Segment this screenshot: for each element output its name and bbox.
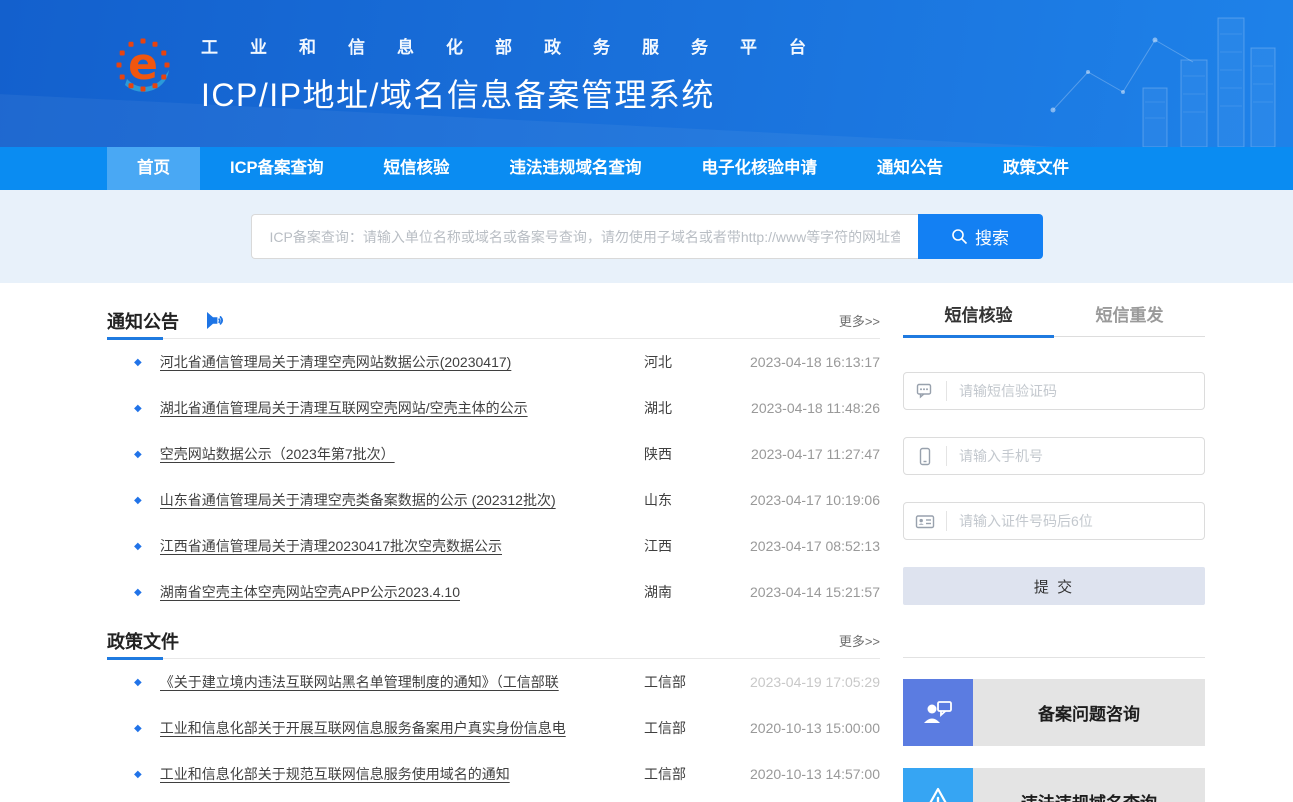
diamond-bullet-icon (134, 723, 142, 734)
notice-title-link[interactable]: 河北省通信管理局关于清理空壳网站数据公示(20230417) (160, 352, 644, 372)
notice-row[interactable]: 河北省通信管理局关于清理空壳网站数据公示(20230417) 河北 2023-0… (107, 339, 880, 385)
diamond-bullet-icon (134, 541, 142, 552)
notices-title-underline (107, 337, 163, 340)
site-header: e 工业和信息化部政务服务平台 ICP/IP地址/域名信息备案管理系统 (0, 0, 1293, 147)
notices-section-header: 通知公告 更多>> (107, 303, 880, 339)
phone-field-wrap (903, 437, 1205, 475)
search-strip: 搜索 (0, 190, 1293, 283)
sms-code-field-wrap (903, 372, 1205, 410)
magnifier-icon (951, 228, 968, 245)
notices-list: 河北省通信管理局关于清理空壳网站数据公示(20230417) 河北 2023-0… (107, 339, 880, 615)
nav-item[interactable]: 首页 (107, 147, 200, 190)
notice-region: 山东 (644, 490, 732, 510)
person-chat-icon (903, 679, 973, 746)
search-button[interactable]: 搜索 (918, 214, 1043, 259)
policy-row[interactable]: 工业和信息化部关于开展互联网信息服务备案用户真实身份信息电 工信部 2020-1… (107, 705, 880, 751)
policies-title-underline (107, 657, 163, 660)
diamond-bullet-icon (134, 403, 142, 414)
notice-row[interactable]: 空壳网站数据公示（2023年第7批次） 陕西 2023-04-17 11:27:… (107, 431, 880, 477)
notice-row[interactable]: 江西省通信管理局关于清理20230417批次空壳数据公示 江西 2023-04-… (107, 523, 880, 569)
page-title: ICP/IP地址/域名信息备案管理系统 (201, 70, 838, 116)
nav-item[interactable]: 短信核验 (354, 147, 480, 190)
phone-icon (904, 447, 946, 466)
report-banner[interactable]: 违法违规域名查询 (903, 768, 1205, 802)
policies-section-header: 政策文件 更多>> (107, 623, 880, 659)
notice-date: 2023-04-17 11:27:47 (732, 446, 880, 462)
diamond-bullet-icon (134, 357, 142, 368)
icp-filing-homepage: e 工业和信息化部政务服务平台 ICP/IP地址/域名信息备案管理系统 首页 I… (0, 0, 1293, 802)
notices-title: 通知公告 (107, 308, 179, 334)
id-number-field-wrap (903, 502, 1205, 540)
notice-title-link[interactable]: 空壳网站数据公示（2023年第7批次） (160, 444, 644, 464)
platform-subtitle: 工业和信息化部政务服务平台 (201, 33, 838, 58)
diamond-bullet-icon (134, 769, 142, 780)
notice-region: 湖北 (644, 398, 732, 418)
policy-source: 工信部 (644, 672, 732, 692)
policies-more-link[interactable]: 更多>> (839, 631, 880, 650)
phone-input[interactable] (947, 448, 1204, 464)
notice-row[interactable]: 湖南省空壳主体空壳网站空壳APP公示2023.4.10 湖南 2023-04-1… (107, 569, 880, 615)
warning-triangle-icon (903, 768, 973, 802)
main-nav: 首页 ICP备案查询 短信核验 违法违规域名查询 电子化核验申请 通知公告 政策… (0, 147, 1293, 190)
policy-row[interactable]: 《关于建立境内违法互联网站黑名单管理制度的通知》（工信部联 工信部 2023-0… (107, 659, 880, 705)
sms-tab[interactable]: 短信核验 (903, 302, 1054, 336)
sms-tab[interactable]: 短信重发 (1054, 302, 1205, 336)
policy-date: 2020-10-13 15:00:00 (732, 720, 880, 736)
notice-region: 江西 (644, 536, 732, 556)
sms-tabs: 短信核验 短信重发 (903, 302, 1205, 337)
icp-search-input[interactable] (251, 214, 918, 259)
right-column: 短信核验 短信重发 (903, 283, 1205, 802)
miit-gear-logo: e (113, 35, 173, 95)
diamond-bullet-icon (134, 677, 142, 688)
sms-code-input[interactable] (947, 383, 1204, 399)
policy-title-link[interactable]: 《关于建立境内违法互联网站黑名单管理制度的通知》（工信部联 (160, 672, 644, 692)
report-banner-label: 违法违规域名查询 (973, 768, 1205, 802)
svg-text:e: e (128, 39, 158, 90)
diamond-bullet-icon (134, 495, 142, 506)
notice-region: 陕西 (644, 444, 732, 464)
notice-region: 湖南 (644, 582, 732, 602)
policy-source: 工信部 (644, 764, 732, 784)
nav-item[interactable]: 违法违规域名查询 (480, 147, 672, 190)
notice-date: 2023-04-14 15:21:57 (732, 584, 880, 600)
notice-title-link[interactable]: 湖北省通信管理局关于清理互联网空壳网站/空壳主体的公示 (160, 398, 644, 418)
diamond-bullet-icon (134, 587, 142, 598)
notice-date: 2023-04-18 16:13:17 (732, 354, 880, 370)
policy-source: 工信部 (644, 718, 732, 738)
policy-date: 2020-10-13 14:57:00 (732, 766, 880, 782)
policy-title-link[interactable]: 工业和信息化部关于规范互联网信息服务使用域名的通知 (160, 764, 644, 784)
left-column: 通知公告 更多>> 河北省通信管理局关于清理空壳网站数据公示(202304 (107, 283, 880, 802)
id-card-icon (904, 513, 946, 530)
consult-banner[interactable]: 备案问题咨询 (903, 679, 1205, 746)
policy-date: 2023-04-19 17:05:29 (732, 674, 880, 690)
notice-region: 河北 (644, 352, 732, 372)
policies-list: 《关于建立境内违法互联网站黑名单管理制度的通知》（工信部联 工信部 2023-0… (107, 659, 880, 797)
id-number-input[interactable] (947, 513, 1204, 529)
diamond-bullet-icon (134, 449, 142, 460)
nav-item[interactable]: ICP备案查询 (200, 147, 354, 190)
policies-title: 政策文件 (107, 628, 179, 654)
nav-item[interactable]: 政策文件 (973, 147, 1099, 190)
notices-more-link[interactable]: 更多>> (839, 311, 880, 330)
notice-title-link[interactable]: 湖南省空壳主体空壳网站空壳APP公示2023.4.10 (160, 582, 644, 602)
search-button-label: 搜索 (975, 224, 1009, 249)
notice-row[interactable]: 湖北省通信管理局关于清理互联网空壳网站/空壳主体的公示 湖北 2023-04-1… (107, 385, 880, 431)
consult-banner-label: 备案问题咨询 (973, 679, 1205, 746)
notice-row[interactable]: 山东省通信管理局关于清理空壳类备案数据的公示 (202312批次) 山东 202… (107, 477, 880, 523)
notice-date: 2023-04-17 10:19:06 (732, 492, 880, 508)
notice-title-link[interactable]: 江西省通信管理局关于清理20230417批次空壳数据公示 (160, 536, 644, 556)
submit-button[interactable]: 提 交 (903, 567, 1205, 605)
notice-date: 2023-04-18 11:48:26 (732, 400, 880, 416)
policy-title-link[interactable]: 工业和信息化部关于开展互联网信息服务备案用户真实身份信息电 (160, 718, 644, 738)
nav-item[interactable]: 通知公告 (847, 147, 973, 190)
policy-row[interactable]: 工业和信息化部关于规范互联网信息服务使用域名的通知 工信部 2020-10-13… (107, 751, 880, 797)
nav-item[interactable]: 电子化核验申请 (672, 147, 848, 190)
speaker-icon (205, 311, 227, 330)
notice-date: 2023-04-17 08:52:13 (732, 538, 880, 554)
right-column-divider (903, 657, 1205, 658)
notice-title-link[interactable]: 山东省通信管理局关于清理空壳类备案数据的公示 (202312批次) (160, 490, 644, 510)
sms-code-icon (904, 382, 946, 400)
